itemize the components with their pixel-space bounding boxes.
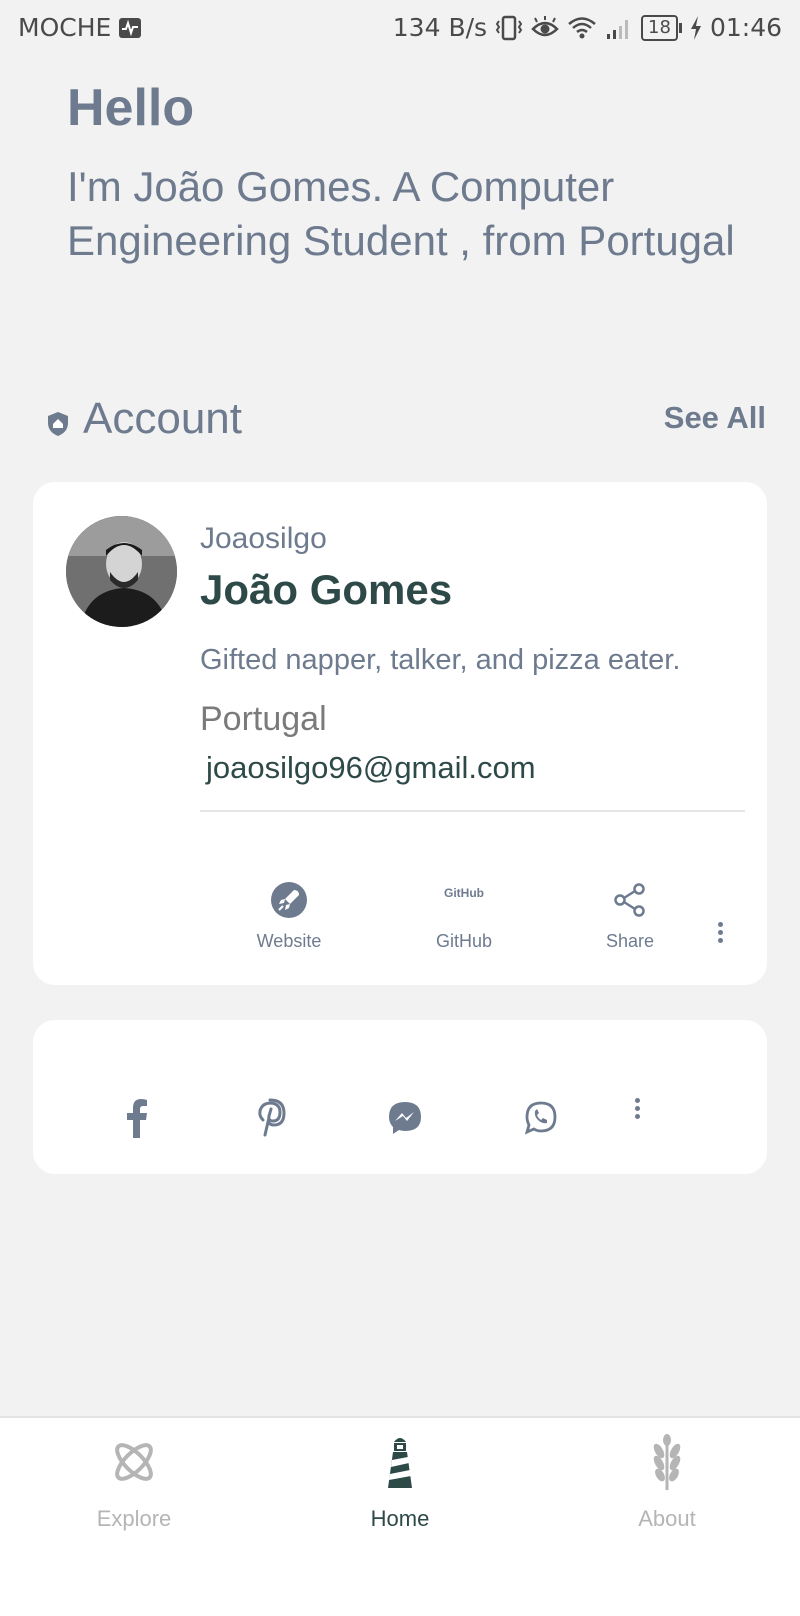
greeting-title: Hello [67, 79, 195, 137]
shield-icon [48, 412, 68, 436]
share-button[interactable]: Share [570, 877, 690, 952]
status-bar: MOCHE 134 B/s 18 01:46 [0, 0, 800, 58]
lighthouse-icon [388, 1438, 412, 1488]
charging-icon [690, 15, 701, 40]
app-screen: MOCHE 134 B/s 18 01:46 Hello I'm João Go… [0, 0, 800, 1616]
share-icon [614, 883, 645, 917]
activity-icon [119, 18, 142, 38]
bottom-navigation: Explore Home About [0, 1416, 800, 1616]
vibrate-icon [495, 15, 523, 40]
carrier-text: MOCHE [18, 13, 112, 42]
profile-username: Joaosilgo [200, 522, 327, 555]
divider [200, 810, 745, 812]
atom-icon [115, 1443, 153, 1481]
social-share-card [33, 1020, 767, 1174]
website-button[interactable]: Website [229, 877, 349, 952]
profile-name: João Gomes [200, 566, 453, 613]
wifi-icon [568, 16, 596, 38]
profile-bio: Gifted napper, talker, and pizza eater. [200, 644, 681, 676]
clock: 01:46 [709, 13, 782, 42]
nav-explore-label: Explore [96, 1506, 172, 1531]
whatsapp-icon[interactable] [518, 1095, 564, 1141]
github-label: GitHub [435, 931, 493, 951]
battery-level: 18 [648, 16, 671, 38]
nav-explore[interactable]: Explore [54, 1432, 214, 1532]
nav-home[interactable]: Home [320, 1432, 480, 1532]
greeting-intro: I'm João Gomes. A Computer Engineering S… [67, 163, 735, 264]
account-section-header: Account See All [46, 394, 766, 450]
wheat-icon [653, 1434, 681, 1490]
facebook-icon[interactable] [114, 1095, 160, 1141]
rocket-icon [271, 882, 307, 918]
profile-location: Portugal [200, 700, 327, 738]
signal-icon [607, 19, 629, 39]
share-label: Share [605, 931, 655, 951]
website-label: Website [256, 931, 322, 951]
social-more-icon[interactable] [627, 1098, 647, 1126]
profile-email[interactable]: joaosilgo96@gmail.com [206, 750, 536, 786]
more-options-icon[interactable] [710, 922, 730, 946]
status-right: 134 B/s 18 01:46 [393, 13, 782, 42]
nav-about[interactable]: About [587, 1432, 747, 1532]
account-title: Account [83, 394, 242, 443]
person-photo-icon [66, 516, 177, 627]
carrier-label: MOCHE [18, 13, 142, 42]
messenger-icon[interactable] [382, 1095, 428, 1141]
net-speed: 134 B/s [392, 13, 488, 42]
nav-home-label: Home [370, 1506, 430, 1531]
eye-icon [531, 15, 559, 36]
nav-about-label: About [638, 1506, 696, 1531]
profile-card: Joaosilgo João Gomes Gifted napper, talk… [33, 482, 767, 985]
github-button[interactable]: GitHub GitHub [404, 877, 524, 952]
avatar [66, 516, 177, 627]
pinterest-icon[interactable] [247, 1095, 293, 1141]
battery-icon: 18 [641, 14, 682, 41]
see-all-button[interactable]: See All [664, 400, 766, 436]
github-text-icon: GitHub [444, 886, 484, 900]
